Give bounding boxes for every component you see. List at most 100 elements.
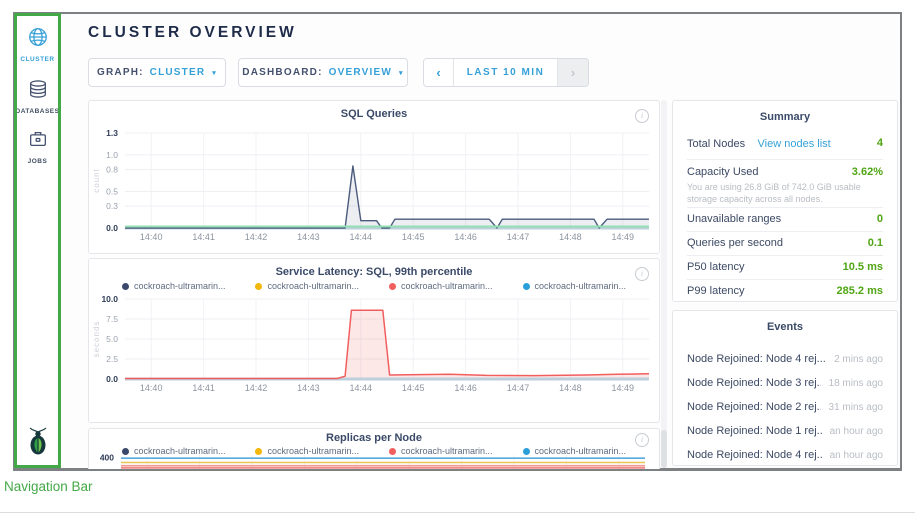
service-latency-chart-card: Service Latency: SQL, 99th percentile i … bbox=[88, 258, 660, 423]
briefcase-icon bbox=[27, 137, 49, 154]
sidebar-item-label: CLUSTER bbox=[15, 56, 60, 63]
svg-text:14:42: 14:42 bbox=[245, 232, 268, 242]
dashboard-dropdown[interactable]: DASHBOARD: OVERVIEW ▾ bbox=[238, 58, 408, 87]
svg-text:0.8: 0.8 bbox=[106, 165, 118, 175]
main-scrollbar[interactable] bbox=[661, 100, 667, 468]
time-prev-button[interactable]: ‹ bbox=[424, 59, 453, 86]
summary-label: Capacity Used bbox=[687, 166, 759, 178]
svg-text:14:45: 14:45 bbox=[402, 232, 425, 242]
cockroachdb-logo[interactable] bbox=[15, 426, 60, 461]
svg-text:14:46: 14:46 bbox=[454, 383, 477, 393]
dashboard-dropdown-value: OVERVIEW bbox=[329, 67, 392, 78]
event-row: Node Rejoined: Node 4 rej... 2 mins ago bbox=[687, 349, 883, 369]
svg-text:14:42: 14:42 bbox=[245, 383, 268, 393]
svg-text:seconds: seconds bbox=[92, 321, 101, 358]
summary-label: Queries per second bbox=[687, 237, 783, 249]
svg-text:14:43: 14:43 bbox=[297, 232, 320, 242]
events-title: Events bbox=[673, 321, 897, 333]
globe-icon bbox=[27, 35, 49, 52]
svg-text:14:49: 14:49 bbox=[612, 232, 635, 242]
summary-value: 0 bbox=[877, 213, 883, 225]
sidebar-item-label: JOBS bbox=[15, 158, 60, 165]
event-text: Node Rejoined: Node 2 rej... bbox=[687, 401, 821, 413]
svg-text:0.0: 0.0 bbox=[106, 374, 118, 384]
event-time: an hour ago bbox=[830, 426, 883, 437]
svg-text:2.5: 2.5 bbox=[106, 354, 118, 364]
svg-text:14:48: 14:48 bbox=[559, 232, 582, 242]
summary-label: Unavailable ranges bbox=[687, 213, 781, 225]
event-time: 31 mins ago bbox=[829, 402, 883, 413]
graph-dropdown-value: CLUSTER bbox=[150, 67, 206, 78]
svg-text:14:40: 14:40 bbox=[140, 232, 163, 242]
summary-label: Total Nodes bbox=[687, 138, 745, 150]
summary-row: Capacity Used 3.62% bbox=[687, 163, 883, 181]
chevron-down-icon: ▾ bbox=[212, 69, 217, 77]
divider bbox=[687, 207, 883, 208]
svg-text:5.0: 5.0 bbox=[106, 334, 118, 344]
svg-text:count: count bbox=[92, 168, 101, 193]
page: CLUSTER DATABASES JOBS bbox=[0, 0, 915, 517]
service-latency-chart: 0.02.55.07.510.014:4014:4114:4214:4314:4… bbox=[89, 259, 661, 423]
svg-text:14:49: 14:49 bbox=[612, 383, 635, 393]
divider bbox=[687, 231, 883, 232]
scrollbar-thumb[interactable] bbox=[661, 430, 667, 468]
summary-value: 285.2 ms bbox=[837, 285, 883, 297]
navigation-bar: CLUSTER DATABASES JOBS bbox=[15, 14, 60, 467]
summary-row: Unavailable ranges 0 bbox=[687, 209, 883, 229]
event-time: 18 mins ago bbox=[829, 378, 883, 389]
sidebar-item-jobs[interactable]: JOBS bbox=[15, 128, 60, 165]
svg-text:14:48: 14:48 bbox=[559, 383, 582, 393]
svg-text:0.3: 0.3 bbox=[106, 201, 118, 211]
svg-text:14:47: 14:47 bbox=[507, 383, 530, 393]
time-next-button: › bbox=[557, 59, 588, 86]
svg-text:0.0: 0.0 bbox=[106, 223, 118, 233]
summary-panel: Summary Total Nodes View nodes list 4 Ca… bbox=[672, 100, 898, 302]
summary-row: P50 latency 10.5 ms bbox=[687, 257, 883, 277]
dashboard-dropdown-label: DASHBOARD: bbox=[242, 67, 322, 78]
summary-value: 4 bbox=[877, 137, 883, 149]
graph-dropdown-label: GRAPH: bbox=[97, 67, 144, 78]
event-time: an hour ago bbox=[830, 450, 883, 461]
sql-queries-chart-card: SQL Queries i 0.00.30.50.81.01.314:4014:… bbox=[88, 100, 660, 254]
svg-text:400: 400 bbox=[100, 453, 114, 463]
time-range-value[interactable]: LAST 10 MIN bbox=[453, 59, 557, 86]
svg-text:14:44: 14:44 bbox=[350, 232, 373, 242]
event-row: Node Rejoined: Node 4 rej... an hour ago bbox=[687, 445, 883, 465]
sidebar-item-cluster[interactable]: CLUSTER bbox=[15, 26, 60, 63]
summary-label: P99 latency bbox=[687, 285, 744, 297]
sidebar-item-label: DATABASES bbox=[15, 108, 60, 115]
sidebar-item-databases[interactable]: DATABASES bbox=[15, 78, 60, 115]
event-row: Node Rejoined: Node 2 rej... 31 mins ago bbox=[687, 397, 883, 417]
summary-value: 0.1 bbox=[868, 237, 883, 249]
event-text: Node Rejoined: Node 3 rej... bbox=[687, 377, 821, 389]
database-icon bbox=[27, 87, 49, 104]
event-text: Node Rejoined: Node 1 rej... bbox=[687, 425, 822, 437]
summary-label: P50 latency bbox=[687, 261, 744, 273]
svg-text:14:40: 14:40 bbox=[140, 383, 163, 393]
divider bbox=[0, 512, 915, 513]
replicas-per-node-chart: 400 bbox=[89, 429, 660, 469]
summary-row: P99 latency 285.2 ms bbox=[687, 281, 883, 301]
divider bbox=[687, 279, 883, 280]
event-row: Node Rejoined: Node 1 rej... an hour ago bbox=[687, 421, 883, 441]
view-nodes-list-link[interactable]: View nodes list bbox=[758, 138, 831, 150]
event-text: Node Rejoined: Node 4 rej... bbox=[687, 353, 826, 365]
divider bbox=[687, 255, 883, 256]
chevron-down-icon: ▾ bbox=[399, 69, 404, 77]
svg-text:14:44: 14:44 bbox=[350, 383, 373, 393]
svg-text:14:47: 14:47 bbox=[507, 232, 530, 242]
divider bbox=[687, 159, 883, 160]
time-range-selector: ‹ LAST 10 MIN › bbox=[423, 58, 589, 87]
summary-value: 3.62% bbox=[852, 166, 883, 178]
svg-text:14:43: 14:43 bbox=[297, 383, 320, 393]
svg-text:7.5: 7.5 bbox=[106, 314, 118, 324]
summary-title: Summary bbox=[673, 111, 897, 123]
svg-text:0.5: 0.5 bbox=[106, 186, 118, 196]
capacity-subtext: You are using 26.8 GiB of 742.0 GiB usab… bbox=[687, 181, 883, 205]
events-panel: Events Node Rejoined: Node 4 rej... 2 mi… bbox=[672, 310, 898, 466]
summary-row: Total Nodes View nodes list 4 bbox=[687, 131, 883, 155]
svg-text:1.0: 1.0 bbox=[106, 150, 118, 160]
svg-text:14:45: 14:45 bbox=[402, 383, 425, 393]
graph-dropdown[interactable]: GRAPH: CLUSTER ▾ bbox=[88, 58, 226, 87]
annotation-label: Navigation Bar bbox=[4, 479, 93, 494]
